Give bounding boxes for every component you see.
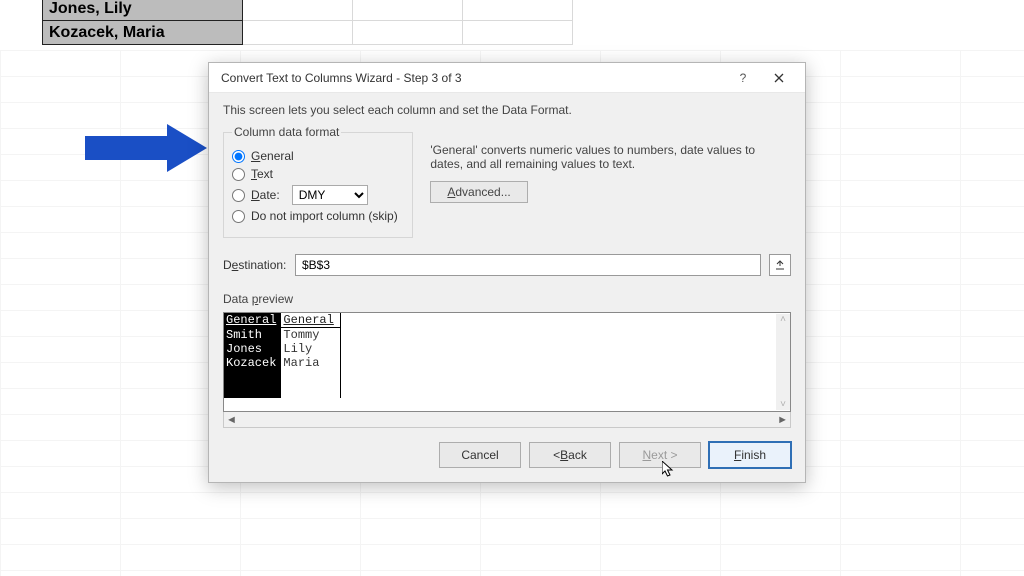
radio-date-input[interactable] [232, 189, 245, 202]
back-button[interactable]: < Back [529, 442, 611, 468]
radio-skip-input[interactable] [232, 210, 245, 223]
radio-general-input[interactable] [232, 150, 245, 163]
data-preview[interactable]: General General SmithTommy JonesLily Koz… [223, 312, 791, 412]
radio-skip[interactable]: Do not import column (skip) [232, 209, 404, 223]
destination-label: Destination: [223, 258, 287, 272]
callout-arrow [85, 124, 215, 172]
preview-header[interactable]: General [281, 313, 341, 328]
finish-button[interactable]: Finish [709, 442, 791, 468]
format-explanation: 'General' converts numeric values to num… [430, 143, 780, 171]
format-explanation-pane: 'General' converts numeric values to num… [430, 125, 780, 203]
scroll-left-icon[interactable]: ◄ [226, 414, 237, 426]
preview-vscroll[interactable]: ˄ ˅ [776, 314, 790, 410]
sheet-table: Jones, Lily Kozacek, Maria [42, 0, 573, 45]
cell-empty[interactable] [463, 0, 573, 21]
radio-date[interactable]: Date: DMY [232, 185, 404, 205]
dialog-description: This screen lets you select each column … [223, 103, 791, 117]
preview-row: KozacekMaria [224, 356, 341, 370]
radio-text[interactable]: Text [232, 167, 404, 181]
scroll-up-icon[interactable]: ˄ [780, 314, 786, 325]
cell-empty[interactable] [353, 21, 463, 45]
preview-row: SmithTommy [224, 328, 341, 343]
destination-input[interactable] [295, 254, 761, 276]
cell-empty[interactable] [243, 21, 353, 45]
column-data-format-group: Column data format General Text Date: DM… [223, 125, 413, 238]
preview-label: Data preview [223, 292, 791, 306]
preview-row: JonesLily [224, 342, 341, 356]
group-legend: Column data format [232, 125, 341, 139]
scroll-down-icon[interactable]: ˅ [780, 399, 786, 410]
radio-general[interactable]: General [232, 149, 404, 163]
date-format-select[interactable]: DMY [292, 185, 368, 205]
scroll-right-icon[interactable]: ► [777, 414, 788, 426]
close-button[interactable] [761, 66, 797, 90]
range-picker-button[interactable] [769, 254, 791, 276]
cell-selected[interactable]: Kozacek, Maria [43, 21, 243, 45]
cell-selected[interactable]: Jones, Lily [43, 0, 243, 21]
table-row: Kozacek, Maria [43, 21, 573, 45]
dialog-title: Convert Text to Columns Wizard - Step 3 … [221, 71, 725, 85]
preview-header-row: General General [224, 313, 341, 328]
cell-empty[interactable] [353, 0, 463, 21]
preview-row [224, 384, 341, 398]
preview-row [224, 370, 341, 384]
advanced-button[interactable]: Advanced... [430, 181, 527, 203]
titlebar: Convert Text to Columns Wizard - Step 3 … [209, 63, 805, 93]
preview-hscroll[interactable]: ◄ ► [223, 412, 791, 428]
next-button: Next > [619, 442, 701, 468]
cell-empty[interactable] [243, 0, 353, 21]
preview-header[interactable]: General [224, 313, 281, 328]
collapse-icon [775, 260, 785, 270]
preview-table: General General SmithTommy JonesLily Koz… [224, 313, 341, 398]
radio-skip-label: Do not import column (skip) [251, 209, 398, 223]
close-icon [774, 73, 784, 83]
dialog-buttons: Cancel < Back Next > Finish [223, 442, 791, 468]
radio-text-input[interactable] [232, 168, 245, 181]
cell-empty[interactable] [463, 21, 573, 45]
help-button[interactable]: ? [725, 66, 761, 90]
cancel-button[interactable]: Cancel [439, 442, 521, 468]
table-row: Jones, Lily [43, 0, 573, 21]
text-to-columns-dialog: Convert Text to Columns Wizard - Step 3 … [208, 62, 806, 483]
